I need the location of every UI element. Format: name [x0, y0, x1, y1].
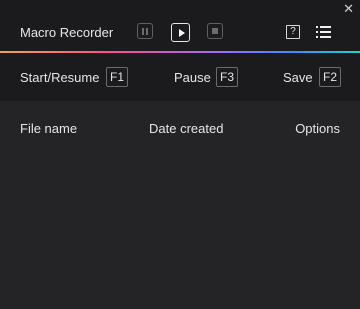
shortcut-key-save[interactable]: F2 [319, 67, 342, 87]
help-icon[interactable]: ? [286, 25, 300, 39]
stop-icon [212, 28, 218, 34]
column-header-options[interactable]: Options [295, 121, 340, 137]
close-icon[interactable]: ✕ [343, 2, 354, 16]
stop-button[interactable] [207, 23, 223, 39]
shortcut-row: Start/Resume F1 Pause F3 Save F2 [0, 60, 360, 100]
shortcut-key-start[interactable]: F1 [106, 67, 129, 87]
pause-button[interactable] [137, 23, 153, 39]
column-header-date-created[interactable]: Date created [149, 121, 223, 137]
recordings-table: File name Date created Options [0, 101, 360, 309]
accent-gradient-bar [0, 51, 360, 53]
play-button[interactable] [171, 23, 190, 42]
macro-recorder-window: Macro Recorder ? ✕ Start/Resume F1 Pause… [0, 0, 360, 309]
list-menu-icon[interactable] [316, 26, 332, 38]
pause-icon [142, 27, 148, 35]
shortcut-label-pause: Pause [174, 70, 211, 85]
shortcut-label-start: Start/Resume [20, 70, 100, 85]
column-header-file-name[interactable]: File name [20, 121, 77, 137]
play-icon [178, 28, 185, 37]
app-title: Macro Recorder [20, 25, 114, 40]
shortcut-label-save: Save [283, 70, 313, 85]
shortcut-key-pause[interactable]: F3 [216, 67, 239, 87]
title-bar: Macro Recorder ? ✕ [0, 0, 360, 52]
